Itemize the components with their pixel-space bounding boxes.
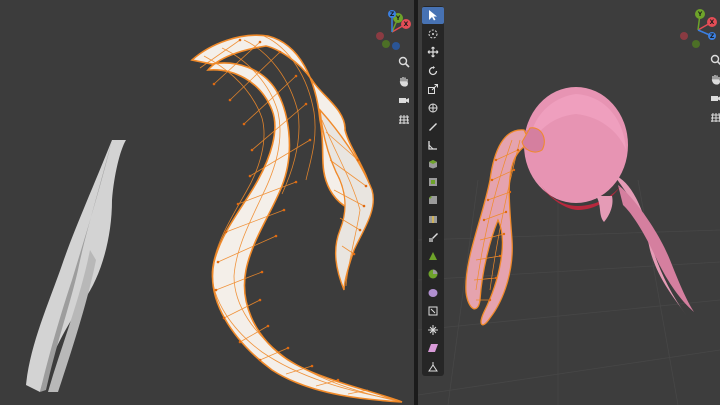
svg-text:Z: Z <box>390 11 395 18</box>
bevel-tool-icon[interactable] <box>422 192 444 209</box>
neg-z-axis-handle[interactable] <box>392 42 400 50</box>
neg-y-axis-handle[interactable] <box>692 40 700 48</box>
scale-tool-icon[interactable] <box>422 81 444 98</box>
svg-text:X: X <box>404 21 409 28</box>
pan-hand-icon[interactable] <box>396 73 412 89</box>
loop-cut-tool-icon[interactable] <box>422 211 444 228</box>
move-tool-icon[interactable] <box>422 44 444 61</box>
neg-y-axis-handle[interactable] <box>382 40 390 48</box>
rip-tool-icon[interactable] <box>422 359 444 376</box>
navigation-gizmo[interactable]: X Y Z <box>372 10 412 50</box>
zoom-icon[interactable] <box>708 52 720 68</box>
select-tool-icon[interactable] <box>422 7 444 24</box>
viewport-nav-controls <box>396 54 412 127</box>
grid-icon[interactable] <box>396 111 412 127</box>
edit-mode-toolbar <box>422 6 444 376</box>
shear-tool-icon[interactable] <box>422 340 444 357</box>
camera-icon[interactable] <box>708 90 720 106</box>
edit-mode-hair-mesh[interactable] <box>190 34 403 403</box>
smooth-tool-icon[interactable] <box>422 285 444 302</box>
rotate-tool-icon[interactable] <box>422 63 444 80</box>
knife-tool-icon[interactable] <box>422 229 444 246</box>
pan-hand-icon[interactable] <box>708 71 720 87</box>
viewport-nav-controls-right <box>708 52 720 125</box>
cursor-tool-icon[interactable] <box>422 26 444 43</box>
svg-text:X: X <box>710 19 715 26</box>
navigation-gizmo-right[interactable]: X Y Z <box>678 8 718 48</box>
gray-hair-strand[interactable] <box>26 140 126 392</box>
svg-text:Y: Y <box>697 11 703 18</box>
neg-x-axis-handle[interactable] <box>680 32 688 40</box>
camera-icon[interactable] <box>396 92 412 108</box>
left-viewport-scene <box>26 34 403 403</box>
shrink-fatten-tool-icon[interactable] <box>422 322 444 339</box>
neg-x-axis-handle[interactable] <box>376 32 384 40</box>
pink-hair-model[interactable] <box>520 87 694 315</box>
grid-icon[interactable] <box>708 109 720 125</box>
right-viewport-scene <box>418 87 720 405</box>
poly-build-tool-icon[interactable] <box>422 248 444 265</box>
spin-tool-icon[interactable] <box>422 266 444 283</box>
extrude-tool-icon[interactable] <box>422 155 444 172</box>
right-3d-viewport[interactable]: X Y Z <box>418 0 720 405</box>
edge-slide-tool-icon[interactable] <box>422 303 444 320</box>
measure-tool-icon[interactable] <box>422 137 444 154</box>
floor-grid <box>418 179 720 405</box>
inset-tool-icon[interactable] <box>422 174 444 191</box>
zoom-icon[interactable] <box>396 54 412 70</box>
left-3d-viewport[interactable]: X Y Z <box>0 0 414 405</box>
svg-text:Y: Y <box>395 15 401 22</box>
transform-tool-icon[interactable] <box>422 100 444 117</box>
annotate-tool-icon[interactable] <box>422 118 444 135</box>
svg-text:Z: Z <box>710 33 715 40</box>
